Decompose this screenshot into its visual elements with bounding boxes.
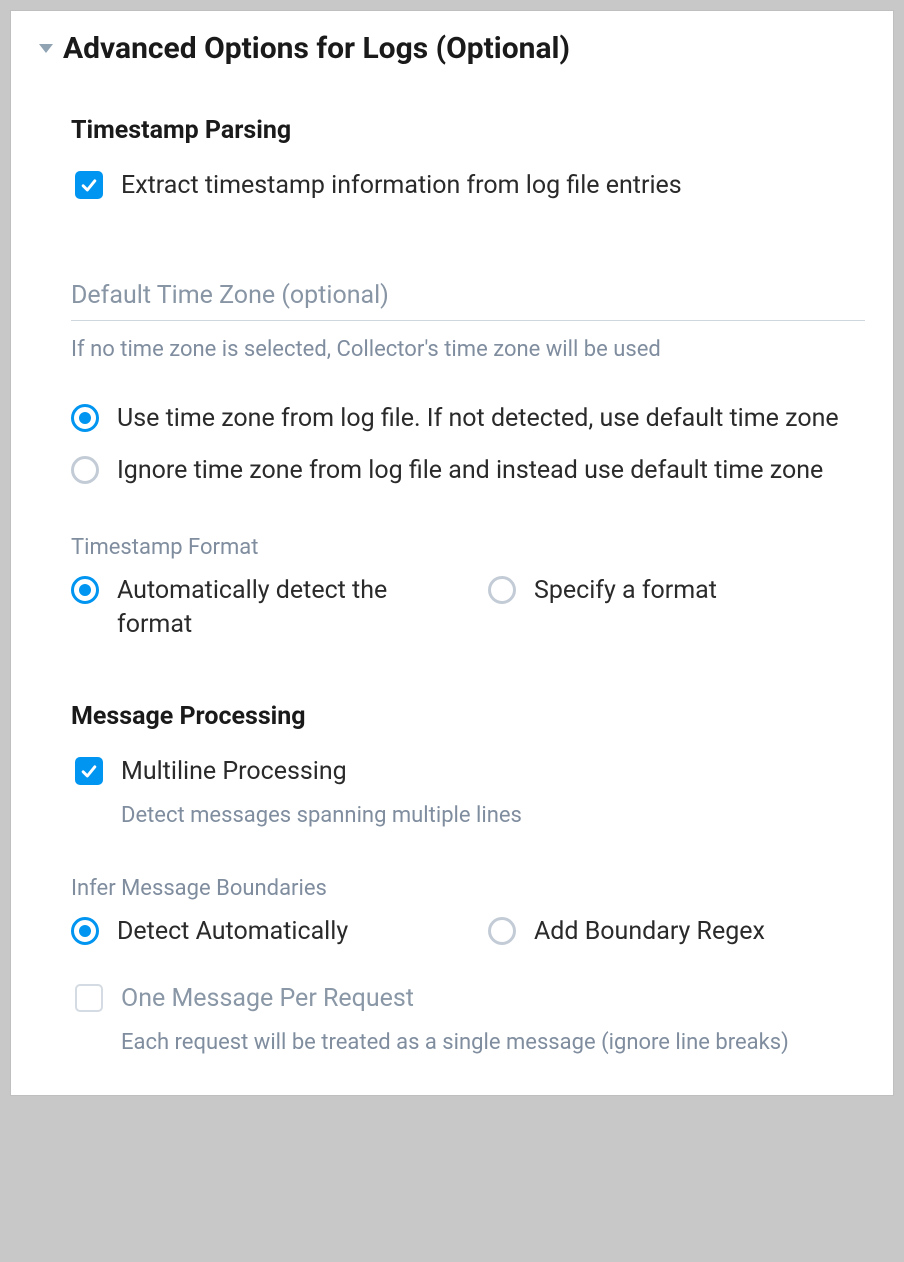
format-auto-row: Automatically detect the format — [71, 574, 448, 642]
timezone-radio-group: Use time zone from log file. If not dete… — [71, 402, 865, 488]
timezone-select-wrap: Default Time Zone (optional) If no time … — [71, 281, 865, 362]
boundaries-auto-row: Detect Automatically — [71, 915, 448, 949]
multiline-helper: Detect messages spanning multiple lines — [121, 803, 865, 828]
one-per-request-row: One Message Per Request — [75, 982, 865, 1016]
extract-timestamp-label: Extract timestamp information from log f… — [121, 169, 682, 203]
check-icon — [79, 761, 99, 781]
panel-title: Advanced Options for Logs (Optional) — [63, 31, 570, 66]
boundaries-regex-label: Add Boundary Regex — [534, 915, 765, 949]
timestamp-format-group: Automatically detect the format Specify … — [71, 574, 865, 642]
timezone-radio-use-label: Use time zone from log file. If not dete… — [117, 402, 839, 436]
timestamp-format-label: Timestamp Format — [71, 535, 865, 560]
boundaries-auto-label: Detect Automatically — [117, 915, 348, 949]
multiline-checkbox[interactable] — [75, 757, 103, 785]
timezone-radio-ignore-label: Ignore time zone from log file and inste… — [117, 454, 823, 488]
boundaries-radio-group: Detect Automatically Add Boundary Regex — [71, 915, 865, 949]
format-auto-radio[interactable] — [71, 576, 99, 604]
one-per-request-label: One Message Per Request — [121, 982, 414, 1016]
message-heading: Message Processing — [71, 702, 865, 731]
boundaries-regex-radio[interactable] — [488, 917, 516, 945]
format-specify-row: Specify a format — [488, 574, 865, 642]
check-icon — [79, 175, 99, 195]
advanced-options-panel: Advanced Options for Logs (Optional) Tim… — [10, 10, 894, 1096]
boundaries-regex-row: Add Boundary Regex — [488, 915, 865, 949]
one-per-request-helper: Each request will be treated as a single… — [121, 1030, 865, 1055]
timezone-radio-ignore[interactable] — [71, 456, 99, 484]
format-specify-label: Specify a format — [534, 574, 717, 608]
one-per-request-checkbox[interactable] — [75, 984, 103, 1012]
multiline-label: Multiline Processing — [121, 755, 347, 789]
extract-timestamp-row: Extract timestamp information from log f… — [75, 169, 865, 203]
format-auto-label: Automatically detect the format — [117, 574, 397, 642]
timezone-select[interactable]: Default Time Zone (optional) — [71, 281, 865, 321]
panel-header[interactable]: Advanced Options for Logs (Optional) — [39, 31, 865, 66]
collapse-icon — [39, 44, 53, 53]
timezone-radio-ignore-row: Ignore time zone from log file and inste… — [71, 454, 865, 488]
multiline-row: Multiline Processing — [75, 755, 865, 789]
boundaries-label: Infer Message Boundaries — [71, 876, 865, 901]
timezone-radio-use-row: Use time zone from log file. If not dete… — [71, 402, 865, 436]
format-specify-radio[interactable] — [488, 576, 516, 604]
boundaries-auto-radio[interactable] — [71, 917, 99, 945]
timezone-radio-use[interactable] — [71, 404, 99, 432]
timestamp-heading: Timestamp Parsing — [71, 116, 865, 145]
timezone-select-helper: If no time zone is selected, Collector's… — [71, 337, 865, 362]
extract-timestamp-checkbox[interactable] — [75, 171, 103, 199]
